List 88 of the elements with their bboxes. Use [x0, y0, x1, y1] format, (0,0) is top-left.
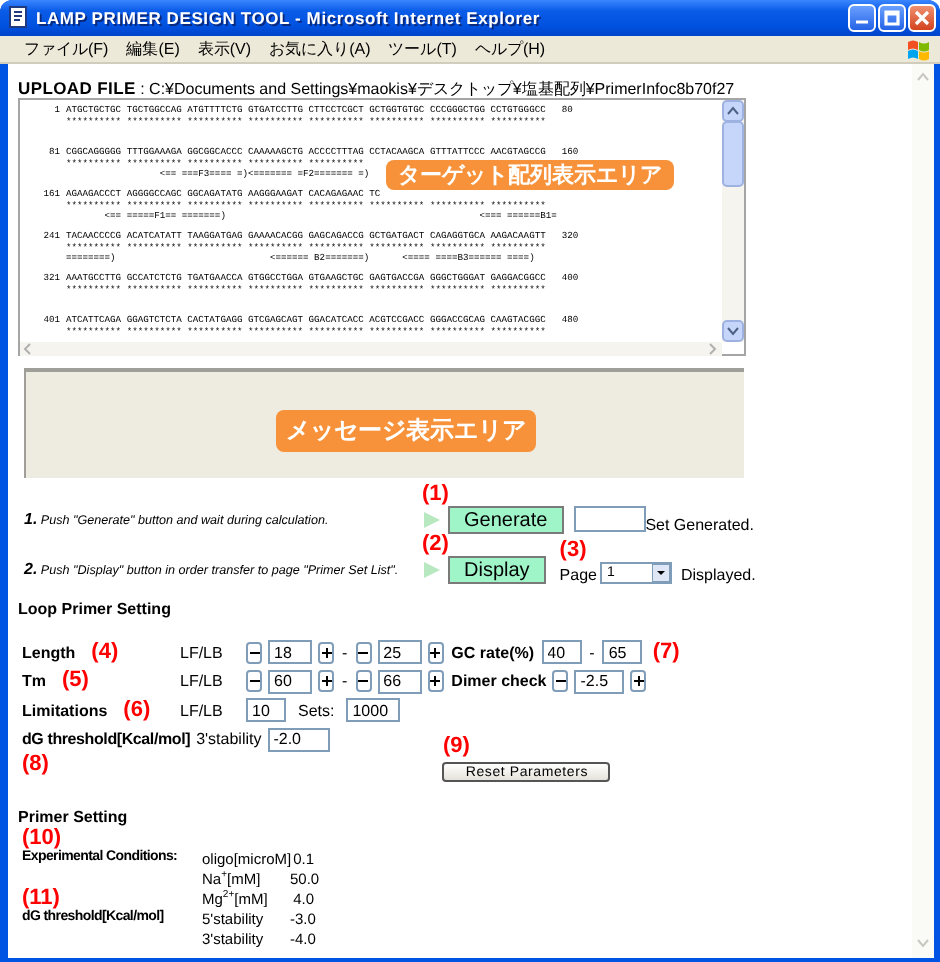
increment-button[interactable] — [630, 670, 647, 693]
decrement-button[interactable] — [355, 670, 372, 693]
triangle-arrow-icon — [422, 560, 442, 580]
unit-label: 3'stability — [196, 730, 262, 749]
number-field[interactable]: -2.0 — [267, 727, 330, 752]
field-label: Dimer check — [451, 672, 547, 691]
field-label: Displayed. — [680, 566, 756, 584]
field-label: Sets: — [298, 701, 335, 720]
section-heading: Primer Setting — [18, 808, 130, 828]
caret-icon — [652, 564, 671, 582]
increment-button[interactable] — [427, 641, 444, 664]
number-field[interactable]: 60 — [268, 669, 312, 694]
number-field[interactable]: 10 — [246, 698, 286, 723]
field-label: Page — [559, 566, 597, 584]
menu-item[interactable]: お気に入り(A) — [269, 38, 371, 60]
unit-label: LF/LB — [180, 643, 225, 662]
maximize-icon — [884, 10, 900, 26]
plus-icon — [321, 676, 331, 687]
annotation-marker: (2) — [422, 534, 449, 556]
menu-item[interactable]: ファイル(F) — [24, 38, 109, 60]
range-separator: - — [589, 643, 595, 662]
decrement-button[interactable] — [355, 641, 372, 664]
minimize-icon — [856, 20, 868, 24]
minimize-button[interactable] — [848, 4, 876, 32]
vertical-scrollbar[interactable] — [912, 64, 934, 958]
display-button[interactable]: Display — [448, 556, 546, 584]
close-icon — [914, 10, 930, 26]
logo-icon — [906, 37, 932, 61]
annotation-marker: (9) — [442, 736, 470, 758]
field-label: Set Generated. — [645, 516, 754, 534]
annotation-marker: (4) — [91, 641, 119, 664]
menu-item[interactable]: 編集(E) — [126, 38, 180, 60]
number-field[interactable]: -2.5 — [574, 669, 625, 694]
range-separator: - — [342, 643, 348, 662]
number-field[interactable]: 40 — [541, 640, 582, 665]
plus-icon — [321, 647, 331, 658]
unit-label: LF/LB — [180, 701, 225, 720]
number-field[interactable]: 18 — [268, 640, 312, 665]
menu-item[interactable]: ツール(T) — [388, 38, 457, 60]
decrement-button[interactable] — [246, 670, 262, 693]
minus-icon — [555, 676, 566, 687]
triangle-arrow-icon — [422, 510, 442, 530]
decrement-button[interactable] — [552, 670, 569, 693]
window-title: LAMP PRIMER DESIGN TOOL - Microsoft Internet Explorer — [36, 8, 543, 28]
page-icon — [8, 5, 28, 27]
number-field[interactable]: 65 — [602, 640, 643, 665]
plus-icon — [430, 647, 441, 658]
field-label: Length — [22, 643, 76, 662]
decrement-button[interactable] — [246, 641, 262, 664]
minus-icon — [249, 676, 259, 687]
menu-item[interactable]: 表示(V) — [197, 38, 252, 60]
minus-icon — [249, 647, 259, 658]
field-label: dG threshold[Kcal/mol] — [22, 730, 191, 749]
number-field[interactable]: 25 — [377, 640, 422, 665]
field-label: Limitations — [22, 701, 108, 720]
annotation-marker: (3) — [559, 540, 587, 562]
annotation-marker: (11) — [22, 887, 62, 909]
section-heading: Loop Primer Setting — [18, 600, 173, 620]
field-label: GC rate(%) — [451, 643, 536, 662]
overlay-label: ターゲット配列表示エリア — [386, 159, 674, 189]
unit-label: LF/LB — [180, 672, 225, 691]
annotation-marker: (1) — [422, 484, 449, 506]
increment-button[interactable] — [318, 641, 334, 664]
count-field[interactable] — [573, 506, 646, 532]
upload-label: UPLOAD FILE — [18, 78, 136, 98]
annotation-marker: (5) — [62, 670, 89, 693]
menu-item[interactable]: ヘルプ(H) — [474, 38, 546, 60]
close-button[interactable] — [908, 4, 936, 32]
generate-button[interactable]: Generate — [448, 506, 564, 534]
annotation-marker: (6) — [123, 699, 151, 722]
maximize-button[interactable] — [878, 4, 906, 32]
minus-icon — [358, 647, 369, 658]
increment-button[interactable] — [318, 670, 334, 693]
number-field[interactable]: 66 — [377, 669, 422, 694]
range-separator: - — [342, 672, 348, 691]
annotation-marker: (8) — [22, 754, 49, 780]
field-label: Tm — [22, 672, 46, 691]
overlay-label: メッセージ表示エリア — [276, 410, 536, 452]
vertical-scrollbar[interactable] — [722, 100, 744, 342]
horizontal-scrollbar[interactable] — [20, 342, 722, 356]
annotation-marker: (10) — [22, 827, 64, 849]
annotation-marker: (7) — [652, 641, 680, 664]
plus-icon — [430, 676, 441, 687]
increment-button[interactable] — [427, 670, 444, 693]
file-path: : C:¥Documents and Settings¥maokis¥デスクトップ¥塩基配列¥PrimerInfoc8b70f27 — [138, 80, 735, 98]
plus-icon — [633, 676, 644, 687]
minus-icon — [358, 676, 369, 687]
number-field[interactable]: 1000 — [346, 698, 401, 723]
